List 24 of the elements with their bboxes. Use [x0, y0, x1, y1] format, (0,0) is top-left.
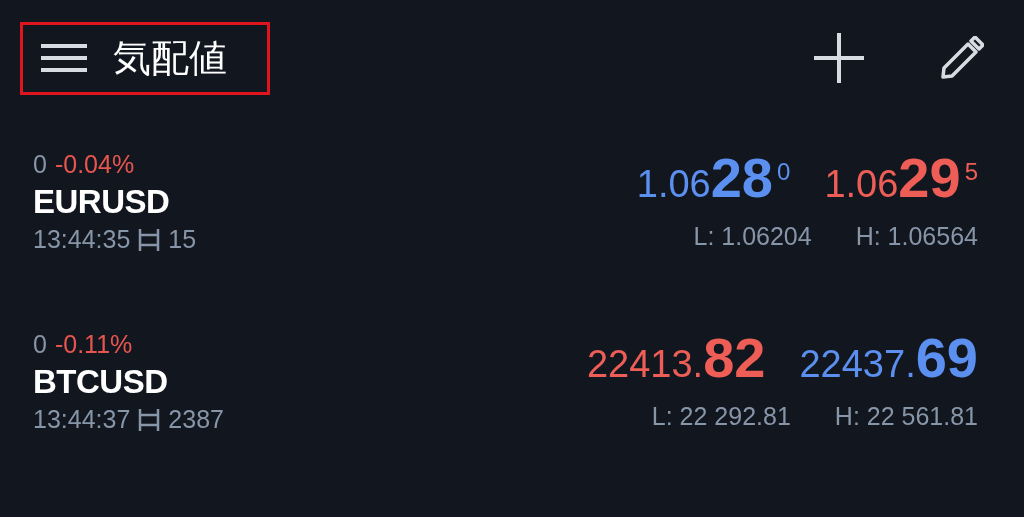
spread-icon [138, 228, 161, 251]
spread-value: 15 [168, 225, 197, 254]
pencil-icon[interactable] [940, 36, 984, 80]
bid-price[interactable]: 1.0628$^{0}$ [636, 150, 791, 212]
symbol-name[interactable]: EURUSD [33, 183, 197, 221]
bid-price[interactable]: 22413.82 [586, 330, 766, 392]
change-percent: -0.11% [54, 330, 133, 359]
ask-price[interactable]: 1.0629$^{5}$ [824, 150, 978, 212]
low-price: L: 22 292.81 [651, 402, 791, 431]
page-title: 気配値 [113, 34, 227, 82]
spread-value: 2387 [168, 405, 224, 434]
change-percent: -0.04% [54, 150, 135, 179]
add-icon[interactable] [814, 33, 864, 83]
low-price: L: 1.06204 [693, 222, 812, 251]
high-price: H: 1.06564 [855, 222, 978, 251]
quote-time: 13:44:37 [33, 405, 131, 434]
menu-icon[interactable] [41, 43, 87, 73]
ask-price[interactable]: 22437.69 [799, 330, 978, 392]
high-price: H: 22 561.81 [834, 402, 978, 431]
quote-time: 13:44:35 [33, 225, 131, 254]
spread-icon [138, 408, 161, 431]
change-points: 0 [33, 150, 47, 179]
symbol-name[interactable]: BTCUSD [33, 363, 224, 401]
change-points: 0 [33, 330, 47, 359]
